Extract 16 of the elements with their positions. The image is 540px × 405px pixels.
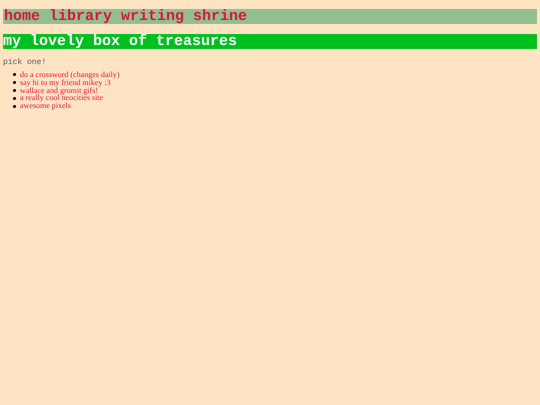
bullet-icon (13, 73, 16, 76)
bullet-icon (13, 88, 16, 92)
nav-link[interactable]: library (49, 9, 112, 24)
nav-link[interactable]: writing (121, 9, 184, 24)
nav-link[interactable]: shrine (193, 9, 248, 24)
treasure-link[interactable]: a really cool neocities site (20, 94, 104, 102)
treasure-link[interactable]: say hi to my friend mikey :3 (20, 78, 111, 87)
treasure-link[interactable]: awesome pixels (20, 102, 71, 110)
nav-link[interactable]: home (4, 9, 40, 24)
treasure-link[interactable]: wallace and gromit gifs! (20, 86, 98, 94)
page-heading: my lovely box of treasures (3, 34, 537, 49)
bullet-icon (13, 81, 16, 84)
bullet-icon (13, 96, 16, 100)
treasure-link[interactable]: do a crossword (changes daily) (20, 70, 120, 79)
bullet-icon (13, 104, 16, 108)
prompt-text: pick one! (3, 59, 48, 67)
